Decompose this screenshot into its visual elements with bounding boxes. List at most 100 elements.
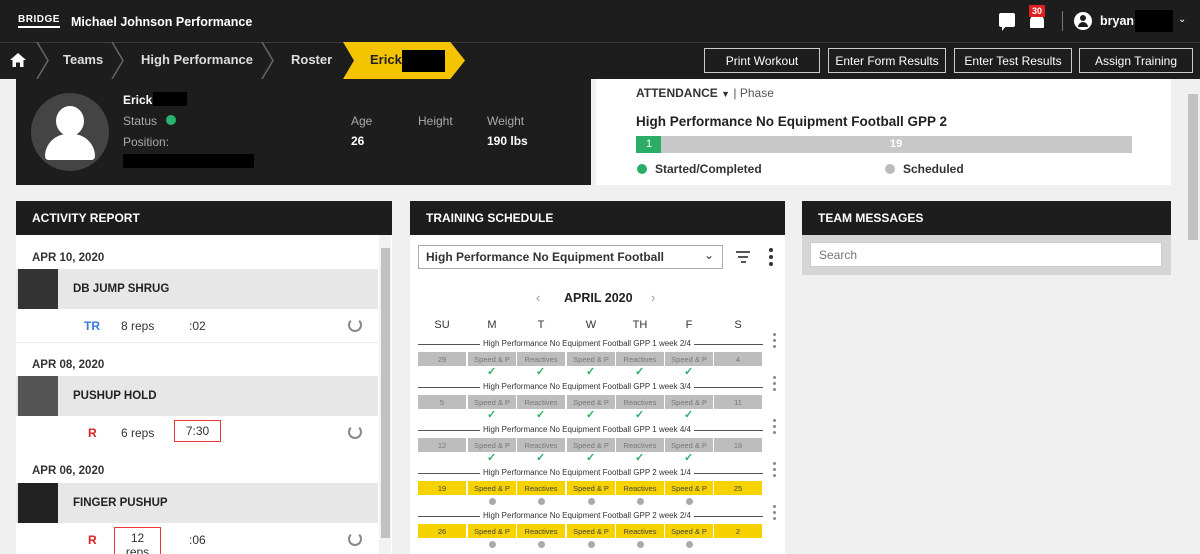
week-menu-icon[interactable] bbox=[773, 462, 776, 465]
legend-scheduled-label: Scheduled bbox=[903, 162, 964, 176]
attendance-dropdown[interactable]: ATTENDANCE ▼ | Phase bbox=[636, 86, 774, 100]
workout-cell[interactable]: Speed & P bbox=[665, 438, 713, 452]
caret-down-icon: ▼ bbox=[721, 89, 731, 99]
activity-scrollbar-thumb[interactable] bbox=[381, 248, 390, 538]
week-menu-icon-dot bbox=[773, 388, 776, 391]
exercise-name: FINGER PUSHUP bbox=[73, 497, 168, 509]
enter-form-results-button[interactable]: Enter Form Results bbox=[828, 48, 946, 73]
workout-cell[interactable]: Speed & P bbox=[567, 524, 615, 538]
calendar-day[interactable]: 25 bbox=[714, 481, 762, 495]
scheduled-dot-icon bbox=[588, 498, 595, 505]
breadcrumb-athlete: Erick bbox=[370, 52, 402, 67]
week-menu-icon[interactable] bbox=[773, 333, 776, 336]
workout-cell[interactable]: Speed & P bbox=[567, 438, 615, 452]
message-search-input[interactable] bbox=[810, 242, 1162, 267]
legend-scheduled-dot bbox=[885, 164, 895, 174]
age-value: 26 bbox=[351, 134, 365, 148]
workout-cell[interactable]: Reactives bbox=[517, 524, 565, 538]
workout-cell[interactable]: Speed & P bbox=[567, 395, 615, 409]
calendar-day[interactable]: 4 bbox=[714, 352, 762, 366]
week-menu-icon[interactable] bbox=[773, 376, 776, 379]
completed-check-icon: ✓ bbox=[635, 366, 645, 378]
calendar-day[interactable]: 2 bbox=[714, 524, 762, 538]
workout-cell[interactable]: Speed & P bbox=[665, 395, 713, 409]
page-scrollbar-thumb[interactable] bbox=[1188, 94, 1198, 240]
completed-check-icon: ✓ bbox=[684, 452, 694, 464]
calendar-day[interactable]: 5 bbox=[418, 395, 466, 409]
phase-label[interactable]: | Phase bbox=[733, 86, 773, 100]
completed-count: 1 bbox=[646, 138, 653, 150]
calendar-day[interactable]: 12 bbox=[418, 438, 466, 452]
next-month-icon[interactable]: › bbox=[651, 290, 655, 305]
week-menu-icon[interactable] bbox=[773, 505, 776, 508]
workout-cell[interactable]: Reactives bbox=[517, 481, 565, 495]
workout-cell[interactable]: Reactives bbox=[517, 352, 565, 366]
redacted-block bbox=[123, 154, 254, 168]
activity-exercise-row[interactable] bbox=[16, 483, 378, 523]
workout-cell[interactable]: Speed & P bbox=[468, 438, 516, 452]
workout-cell[interactable]: Speed & P bbox=[665, 352, 713, 366]
weight-value: 190 lbs bbox=[487, 134, 528, 148]
prev-month-icon[interactable]: ‹ bbox=[536, 290, 540, 305]
result-reps[interactable]: 12 reps bbox=[114, 527, 161, 554]
workout-cell[interactable]: Speed & P bbox=[665, 524, 713, 538]
workout-cell[interactable]: Reactives bbox=[616, 395, 664, 409]
activity-exercise-row[interactable] bbox=[16, 269, 378, 309]
status-label: Status bbox=[123, 114, 158, 128]
workout-cell[interactable]: Reactives bbox=[517, 438, 565, 452]
workout-cell[interactable]: Reactives bbox=[616, 524, 664, 538]
breadcrumb-teams[interactable]: Teams bbox=[63, 52, 103, 67]
undo-icon[interactable] bbox=[348, 532, 362, 546]
workout-cell[interactable]: Speed & P bbox=[567, 352, 615, 366]
week-menu-icon-dot bbox=[773, 474, 776, 477]
breadcrumb-high-performance[interactable]: High Performance bbox=[141, 52, 253, 67]
chat-icon[interactable] bbox=[999, 13, 1015, 31]
completed-check-icon: ✓ bbox=[586, 366, 596, 378]
workout-cell[interactable]: Speed & P bbox=[468, 352, 516, 366]
week-label: High Performance No Equipment Football G… bbox=[480, 339, 694, 348]
activity-report-header: ACTIVITY REPORT bbox=[16, 201, 392, 235]
weekday-header: M bbox=[487, 319, 497, 331]
bridge-logo[interactable]: BRIDGE bbox=[18, 14, 60, 28]
calendar-day[interactable]: 29 bbox=[418, 352, 466, 366]
completed-check-icon: ✓ bbox=[635, 452, 645, 464]
age-label: Age bbox=[351, 114, 373, 128]
workout-cell[interactable]: Speed & P bbox=[468, 481, 516, 495]
home-icon[interactable] bbox=[10, 53, 26, 67]
print-workout-button[interactable]: Print Workout bbox=[704, 48, 820, 73]
filter-icon-line bbox=[738, 256, 748, 258]
workout-cell[interactable]: Speed & P bbox=[665, 481, 713, 495]
workout-cell[interactable]: Speed & P bbox=[468, 395, 516, 409]
chevron-down-icon[interactable]: ⌄ bbox=[1178, 14, 1186, 25]
workout-cell[interactable]: Reactives bbox=[616, 481, 664, 495]
result-time: :02 bbox=[189, 319, 206, 333]
calendar-day[interactable]: 26 bbox=[418, 524, 466, 538]
breadcrumb-separator-icon bbox=[111, 42, 124, 79]
workout-cell[interactable]: Speed & P bbox=[567, 481, 615, 495]
enter-test-results-button[interactable]: Enter Test Results bbox=[954, 48, 1072, 73]
workout-cell[interactable]: Reactives bbox=[517, 395, 565, 409]
result-time[interactable]: 7:30 bbox=[174, 420, 221, 442]
weekday-header: TH bbox=[632, 319, 648, 331]
workout-cell[interactable]: Reactives bbox=[616, 438, 664, 452]
activity-exercise-row[interactable] bbox=[16, 376, 378, 416]
completed-check-icon: ✓ bbox=[684, 366, 694, 378]
scheduled-dot-icon bbox=[686, 541, 693, 548]
user-icon[interactable] bbox=[1074, 12, 1092, 30]
calendar-day[interactable]: 11 bbox=[714, 395, 762, 409]
user-name[interactable]: bryan bbox=[1100, 14, 1134, 28]
scheduled-count: 19 bbox=[890, 138, 903, 150]
workout-cell[interactable]: Speed & P bbox=[468, 524, 516, 538]
completed-check-icon: ✓ bbox=[684, 409, 694, 421]
breadcrumb-roster[interactable]: Roster bbox=[291, 52, 332, 67]
filter-icon[interactable] bbox=[736, 251, 750, 253]
week-menu-icon[interactable] bbox=[773, 419, 776, 422]
undo-icon[interactable] bbox=[348, 425, 362, 439]
calendar-day[interactable]: 19 bbox=[418, 481, 466, 495]
workout-cell[interactable]: Reactives bbox=[616, 352, 664, 366]
undo-icon[interactable] bbox=[348, 318, 362, 332]
assign-training-button[interactable]: Assign Training bbox=[1079, 48, 1193, 73]
exercise-thumbnail bbox=[18, 269, 58, 309]
calendar-day[interactable]: 18 bbox=[714, 438, 762, 452]
more-icon[interactable] bbox=[769, 248, 773, 252]
